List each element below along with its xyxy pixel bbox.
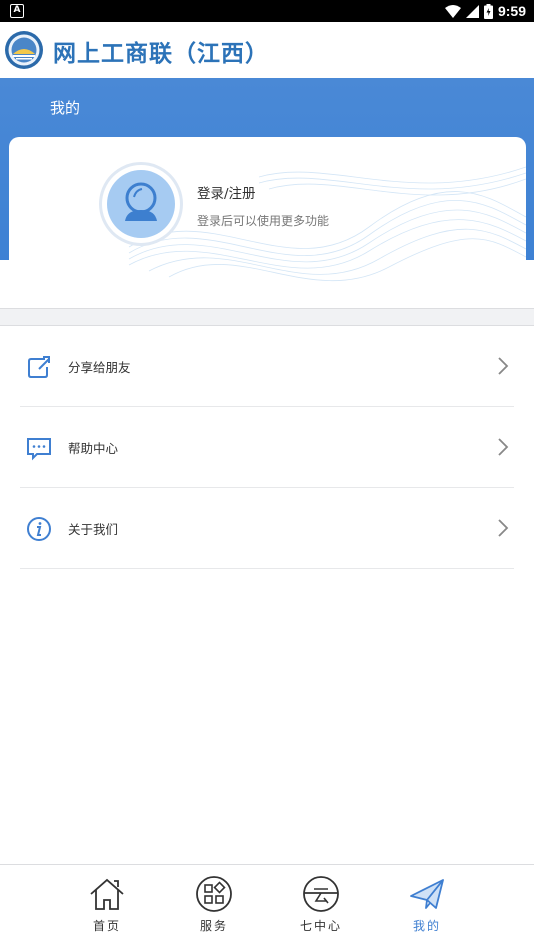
info-icon <box>27 517 51 541</box>
user-placeholder-icon <box>125 182 157 221</box>
menu-item-share[interactable]: 分享给朋友 <box>20 326 514 407</box>
menu-item-help[interactable]: 帮助中心 <box>20 407 514 488</box>
menu-item-about[interactable]: 关于我们 <box>20 488 514 569</box>
share-icon <box>28 356 50 378</box>
login-hint: 登录后可以使用更多功能 <box>197 214 330 228</box>
avatar-frame[interactable] <box>102 165 180 243</box>
avatar <box>107 170 175 238</box>
signal-icon <box>465 4 479 18</box>
tab-label-mine: 我的 <box>412 919 441 933</box>
federation-logo-icon <box>5 31 43 69</box>
notification-icon: A <box>10 4 24 18</box>
profile-card[interactable]: 登录/注册 登录后可以使用更多功能 <box>9 137 526 295</box>
chevron-right-icon <box>498 438 509 456</box>
tab-home[interactable]: 首页 <box>67 865 147 950</box>
chevron-right-icon <box>498 519 509 537</box>
bottom-tab-bar: 首页 服务 七中心 我的 <box>0 864 534 950</box>
tab-center[interactable]: 七中心 <box>281 865 361 950</box>
section-divider <box>0 308 534 326</box>
status-bar: A 9:59 <box>0 0 534 22</box>
chevron-right-icon <box>498 357 509 375</box>
battery-icon <box>483 3 493 19</box>
services-icon <box>196 876 232 912</box>
center-icon <box>303 876 339 912</box>
wifi-icon <box>444 4 461 18</box>
status-time: 9:59 <box>497 3 526 19</box>
menu-label-help: 帮助中心 <box>68 441 119 456</box>
page-title: 我的 <box>50 99 81 117</box>
tab-services[interactable]: 服务 <box>174 865 254 950</box>
tab-label-center: 七中心 <box>299 919 342 933</box>
tab-mine[interactable]: 我的 <box>387 865 467 950</box>
menu-label-share: 分享给朋友 <box>68 360 131 375</box>
app-header: 网上工商联（江西） <box>0 22 534 78</box>
tab-label-services: 服务 <box>199 919 228 933</box>
message-icon <box>27 438 51 461</box>
tab-label-home: 首页 <box>92 919 121 933</box>
status-indicators: 9:59 <box>444 2 526 20</box>
menu-label-about: 关于我们 <box>68 522 119 537</box>
app-title: 网上工商联（江西） <box>53 40 269 67</box>
paper-plane-icon <box>410 879 444 909</box>
login-register-link[interactable]: 登录/注册 <box>197 182 256 202</box>
home-icon <box>90 878 124 910</box>
